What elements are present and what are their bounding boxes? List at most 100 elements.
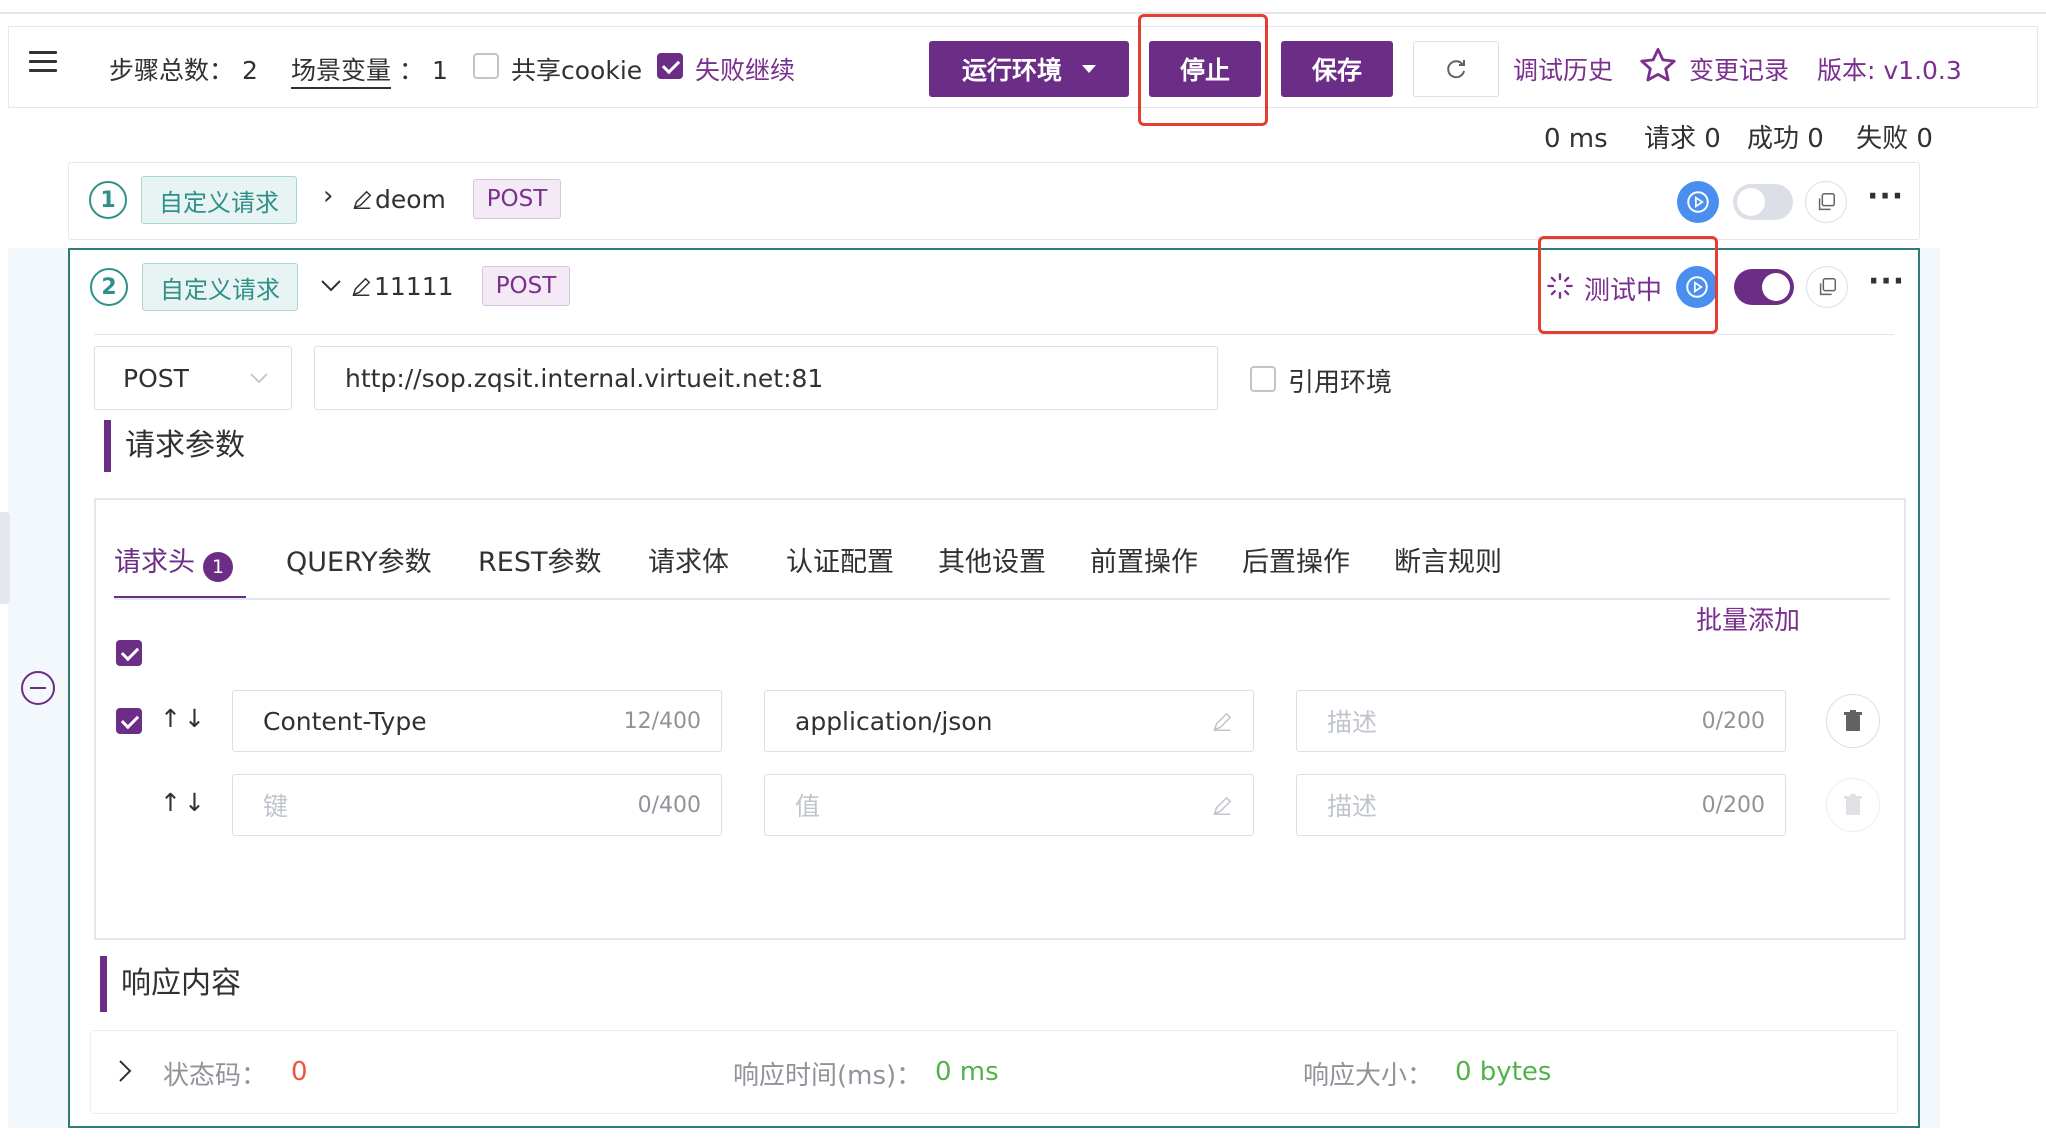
tab-auth-config[interactable]: 认证配置 bbox=[786, 540, 894, 579]
header-desc-input[interactable]: 描述 0/200 bbox=[1296, 690, 1786, 752]
header-key-count: 0/400 bbox=[637, 792, 701, 818]
refresh-icon bbox=[1447, 60, 1465, 79]
status-code-value: 0 bbox=[291, 1057, 308, 1087]
scene-variables-sep: ： bbox=[398, 56, 424, 85]
version-label: 版本: v1.0.3 bbox=[1817, 56, 1962, 85]
header-row-checkbox[interactable] bbox=[116, 708, 142, 734]
step-name[interactable]: deom bbox=[375, 185, 446, 214]
run-env-dropdown[interactable]: 运行环境 bbox=[929, 41, 1129, 97]
tab-rest-params[interactable]: REST参数 bbox=[478, 540, 601, 579]
move-down-icon[interactable]: ↓ bbox=[184, 704, 205, 733]
header-key-count: 12/400 bbox=[623, 708, 701, 734]
chevron-down-icon bbox=[250, 373, 268, 384]
response-time-label: 响应时间(ms)： bbox=[733, 1061, 923, 1091]
share-cookie-checkbox[interactable] bbox=[473, 53, 499, 79]
select-all-headers-checkbox[interactable] bbox=[116, 640, 142, 666]
tabs-divider bbox=[114, 598, 1890, 600]
chevron-right-icon[interactable] bbox=[117, 1059, 133, 1083]
header-key-placeholder: 键 bbox=[263, 792, 289, 821]
trash-icon bbox=[1844, 794, 1862, 815]
header-desc-input[interactable]: 描述 0/200 bbox=[1296, 774, 1786, 836]
response-size-label: 响应大小： bbox=[1303, 1061, 1434, 1091]
tab-query-params[interactable]: QUERY参数 bbox=[286, 540, 432, 579]
more-options-icon[interactable]: ··· bbox=[1868, 264, 1905, 299]
header-key-input[interactable]: Content-Type 12/400 bbox=[232, 690, 722, 752]
tab-other-settings[interactable]: 其他设置 bbox=[938, 540, 1046, 579]
edit-icon[interactable] bbox=[1211, 711, 1233, 733]
save-button[interactable]: 保存 bbox=[1281, 41, 1393, 97]
step-type-tag: 自定义请求 bbox=[141, 176, 297, 224]
step-method-tag: POST bbox=[473, 179, 561, 219]
use-env-checkbox[interactable] bbox=[1250, 366, 1276, 392]
url-input[interactable]: http://sop.zqsit.internal.virtueit.net:8… bbox=[314, 346, 1218, 410]
request-params-panel: 请求头 1 QUERY参数 REST参数 请求体 认证配置 其他设置 前置操作 后… bbox=[94, 498, 1906, 940]
step-name[interactable]: 11111 bbox=[374, 272, 454, 301]
stats-time: 0 ms bbox=[1544, 124, 1608, 154]
move-down-icon[interactable]: ↓ bbox=[184, 788, 205, 817]
header-value-placeholder: 值 bbox=[795, 792, 821, 821]
delete-header-button[interactable] bbox=[1826, 778, 1880, 832]
run-step-button[interactable] bbox=[1677, 181, 1719, 223]
tab-post-actions[interactable]: 后置操作 bbox=[1242, 540, 1350, 579]
run-stats: 0 ms 请求 0 成功 0 失败 0 bbox=[1544, 118, 1933, 155]
share-cookie-label[interactable]: 共享cookie bbox=[511, 51, 642, 87]
copy-step-button[interactable] bbox=[1805, 181, 1847, 223]
step-enable-toggle[interactable] bbox=[1734, 269, 1794, 305]
edit-icon[interactable] bbox=[1211, 795, 1233, 817]
status-code-label: 状态码： bbox=[163, 1061, 268, 1091]
collapse-icon[interactable] bbox=[20, 670, 56, 706]
tab-assertions[interactable]: 断言规则 bbox=[1394, 540, 1502, 579]
stats-success: 成功 0 bbox=[1747, 124, 1824, 154]
header-key-input[interactable]: 键 0/400 bbox=[232, 774, 722, 836]
step-card-2: 2 自定义请求 11111 POST 测试中 ··· POST http://s… bbox=[68, 248, 1920, 1128]
chevron-right-icon[interactable]: › bbox=[323, 181, 333, 211]
header-desc-count: 0/200 bbox=[1701, 708, 1765, 734]
running-status-highlight bbox=[1538, 236, 1718, 334]
copy-step-button[interactable] bbox=[1806, 266, 1848, 308]
header-value-input[interactable]: application/json bbox=[764, 690, 1254, 752]
copy-icon bbox=[1818, 193, 1835, 211]
tab-label: 请求头 bbox=[114, 547, 195, 578]
use-env-label[interactable]: 引用环境 bbox=[1288, 362, 1392, 399]
header-key-value: Content-Type bbox=[263, 706, 427, 736]
response-title: 响应内容 bbox=[100, 956, 241, 1012]
stats-requests: 请求 0 bbox=[1643, 124, 1721, 154]
side-collapse-handle[interactable] bbox=[0, 512, 10, 604]
menu-icon[interactable] bbox=[29, 51, 57, 72]
response-time-value: 0 ms bbox=[935, 1057, 999, 1087]
scene-variables[interactable]: 场景变量 ： 1 bbox=[291, 51, 448, 89]
move-up-icon[interactable]: ↑ bbox=[160, 788, 181, 817]
url-value: http://sop.zqsit.internal.virtueit.net:8… bbox=[345, 363, 824, 393]
method-select[interactable]: POST bbox=[94, 346, 292, 410]
scene-variables-label[interactable]: 场景变量 bbox=[291, 56, 392, 89]
step-enable-toggle[interactable] bbox=[1733, 184, 1793, 220]
step-index: 1 bbox=[89, 181, 127, 219]
play-icon bbox=[1687, 191, 1709, 213]
header-desc-placeholder: 描述 bbox=[1327, 792, 1378, 821]
refresh-button[interactable] bbox=[1413, 41, 1499, 97]
header-value-value: application/json bbox=[795, 706, 993, 736]
move-up-icon[interactable]: ↑ bbox=[160, 704, 181, 733]
edit-icon[interactable] bbox=[350, 276, 372, 298]
step-count: 步骤总数： 2 bbox=[109, 51, 258, 87]
run-env-label: 运行环境 bbox=[961, 56, 1062, 85]
star-icon[interactable] bbox=[1637, 45, 1679, 87]
delete-header-button[interactable] bbox=[1826, 694, 1880, 748]
stats-failed: 失败 0 bbox=[1856, 124, 1933, 154]
tab-request-headers[interactable]: 请求头 1 bbox=[114, 540, 233, 600]
caret-down-icon bbox=[1082, 65, 1096, 73]
step-card-1: 1 自定义请求 › deom POST ··· bbox=[68, 162, 1920, 240]
tab-request-body[interactable]: 请求体 bbox=[648, 540, 729, 579]
chevron-down-icon[interactable] bbox=[320, 278, 342, 294]
debug-history-link[interactable]: 调试历史 bbox=[1513, 51, 1613, 87]
edit-icon[interactable] bbox=[351, 189, 373, 211]
fail-continue-checkbox[interactable] bbox=[657, 53, 683, 79]
more-options-icon[interactable]: ··· bbox=[1867, 179, 1904, 214]
bulk-add-link[interactable]: 批量添加 bbox=[1696, 600, 1800, 637]
copy-icon bbox=[1819, 278, 1836, 296]
stop-button-highlight bbox=[1138, 14, 1268, 126]
change-log-link[interactable]: 变更记录 bbox=[1689, 51, 1789, 87]
header-value-input[interactable]: 值 bbox=[764, 774, 1254, 836]
tab-pre-actions[interactable]: 前置操作 bbox=[1090, 540, 1198, 579]
fail-continue-label[interactable]: 失败继续 bbox=[695, 51, 795, 87]
